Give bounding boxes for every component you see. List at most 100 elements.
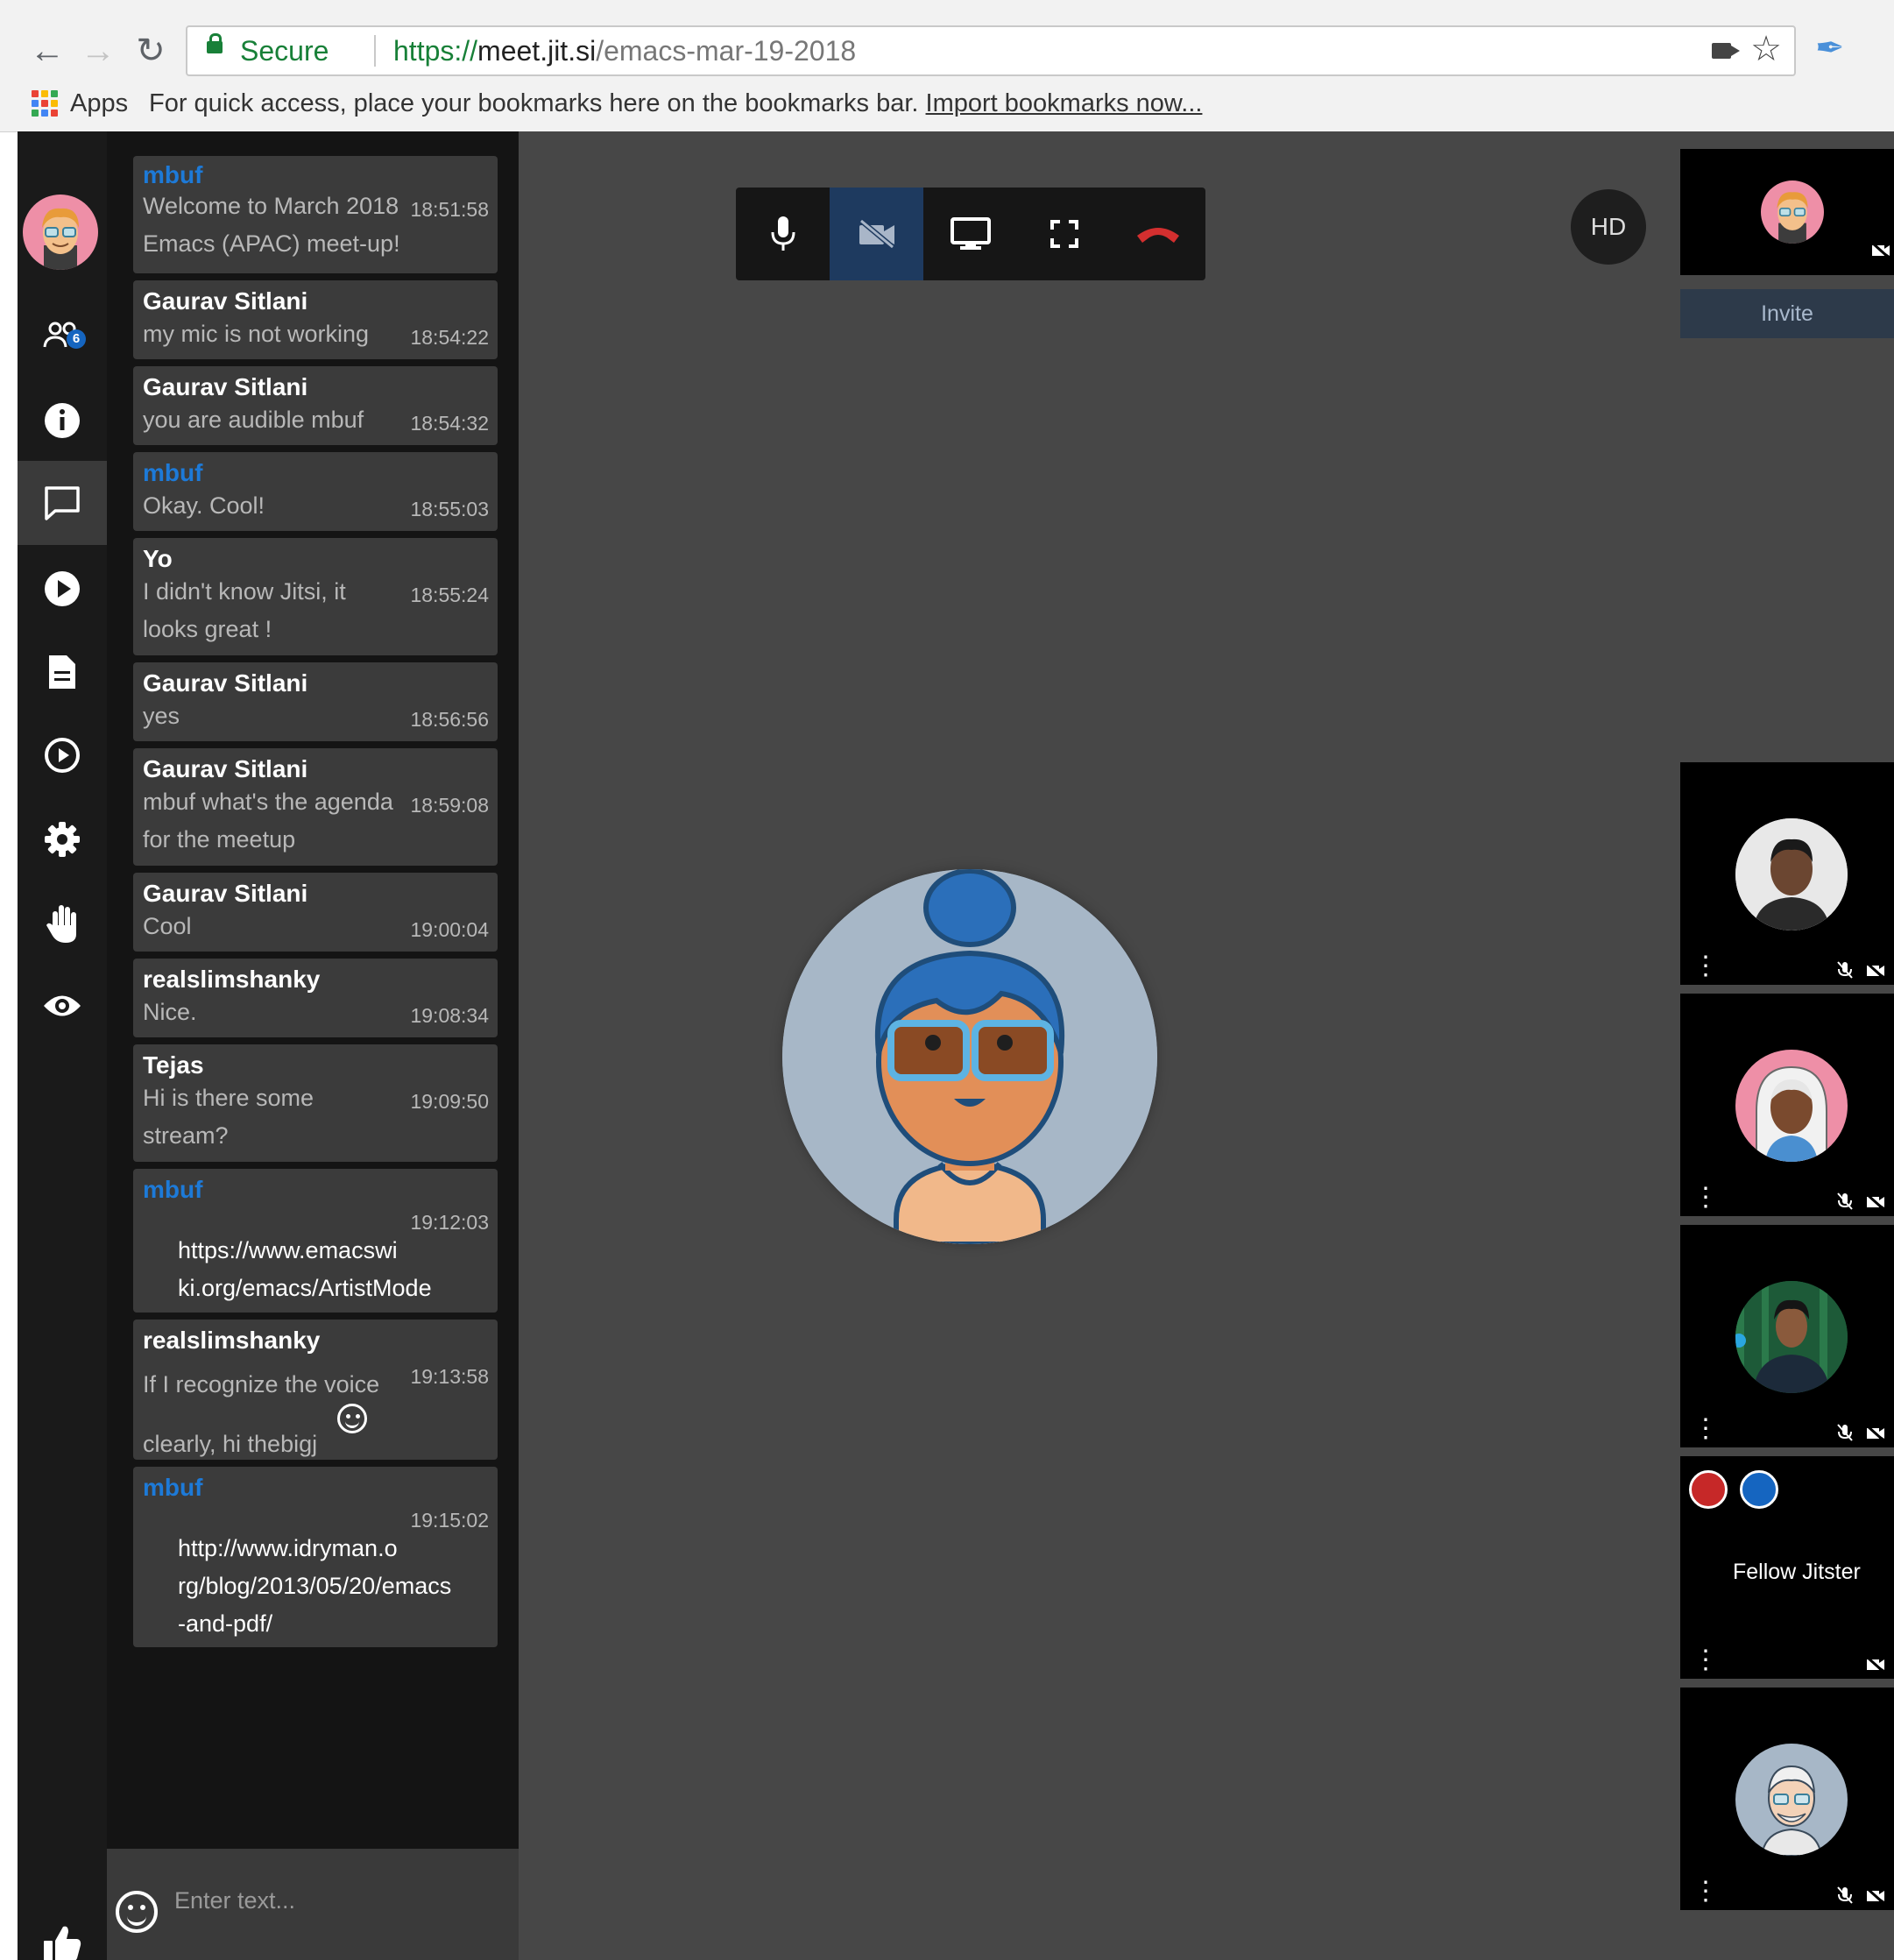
play-circle-icon [45,571,80,606]
import-bookmarks-link[interactable]: Import bookmarks now... [926,89,1203,117]
microphone-button[interactable] [736,188,830,280]
message-text: yes [143,703,180,729]
fullscreen-button[interactable] [1017,188,1111,280]
chat-message: mbuf 19:15:02 http://www.idryman.o rg/bl… [133,1467,498,1647]
mic-muted-icon [1837,1192,1853,1210]
url-host: meet.jit.si [477,35,597,67]
participant-thumbnail[interactable]: ⋮ [1680,1225,1894,1447]
browser-menu-icon[interactable]: ⋮ [1883,22,1894,57]
message-sender: Gaurav Sitlani [143,373,308,400]
screen-share-button[interactable] [923,188,1017,280]
participant-photo [1735,1281,1848,1393]
bookmarks-hint: For quick access, place your bookmarks h… [149,89,1202,118]
chat-text-input[interactable] [173,1882,500,1919]
chat-panel: mbuf Welcome to March 2018 Emacs (APAC) … [107,131,519,1960]
chat-message: Gaurav Sitlani Cool 19:00:04 [133,873,498,952]
message-time: 19:15:02 [410,1509,489,1532]
participant-menu-icon[interactable]: ⋮ [1693,1879,1719,1905]
info-icon [45,403,80,438]
settings-button[interactable] [18,797,107,881]
participant-thumbnail[interactable]: Fellow Jitster ⋮ [1680,1456,1894,1679]
message-sender: Gaurav Sitlani [143,880,308,907]
participant-display-name: Fellow Jitster [1733,1560,1861,1584]
participants-button[interactable] [18,294,107,379]
camera-off-icon [859,219,894,249]
secure-label: Secure [240,35,329,67]
participant-menu-icon[interactable]: ⋮ [1693,953,1719,980]
participant-thumbnail[interactable]: ⋮ [1680,994,1894,1216]
connection-indicator-icon[interactable] [1689,1470,1728,1509]
shared-document-button[interactable] [18,630,107,714]
camera-off-icon [1866,1425,1885,1442]
message-text: Cool [143,913,192,939]
local-video-thumbnail[interactable] [1680,149,1894,275]
camera-toggle-button[interactable] [830,188,923,280]
chat-button[interactable] [18,461,107,545]
chat-message: Tejas Hi is there some stream? 19:09:50 [133,1044,498,1162]
message-sender: Gaurav Sitlani [143,287,308,315]
camera-off-icon [1866,1656,1885,1673]
message-link[interactable]: https://www.emacswi ki.org/emacs/ArtistM… [178,1232,432,1307]
message-link[interactable]: http://www.idryman.o rg/blog/2013/05/20/… [178,1530,451,1643]
chat-message: mbuf Okay. Cool! 18:55:03 [133,452,498,531]
apps-bookmark[interactable]: Apps [70,89,128,118]
smile-emoji-icon [337,1404,367,1433]
participant-menu-icon[interactable]: ⋮ [1693,1416,1719,1442]
forward-arrow-icon[interactable]: → [77,30,119,72]
message-text: I didn't know Jitsi, it looks great ! [143,578,346,642]
feedback-button[interactable] [18,1901,107,1960]
extension-feather-icon[interactable]: ✒ [1815,28,1845,68]
chat-bubble-icon [45,486,80,520]
url-path: /emacs-mar-19-2018 [596,35,857,67]
message-time: 18:54:32 [410,412,489,435]
message-sender: mbuf [143,1474,203,1501]
participant-thumbnail[interactable]: ⋮ [1680,1688,1894,1910]
message-time: 19:09:50 [410,1090,489,1113]
chat-message: Gaurav Sitlani my mic is not working 18:… [133,280,498,359]
camera-icon[interactable] [1712,43,1740,59]
chat-message: realslimshanky Nice. 19:08:34 [133,959,498,1037]
emoji-picker-icon[interactable] [116,1891,158,1933]
back-arrow-icon[interactable]: ← [26,30,68,72]
left-toolbar: 6 [18,131,107,1960]
reload-icon[interactable]: ↻ [130,30,172,72]
profile-avatar[interactable] [23,195,98,270]
eye-icon [44,995,81,1016]
apps-grid-icon[interactable] [32,90,58,117]
address-bar[interactable]: Secure https://meet.jit.si/emacs-mar-19-… [186,25,1796,76]
message-text: Hi is there some stream? [143,1085,314,1149]
camera-off-icon [1866,962,1885,980]
message-text: Okay. Cool! [143,492,265,519]
chat-message: Gaurav Sitlani mbuf what's the agenda fo… [133,748,498,866]
lock-icon [207,33,223,53]
url-text[interactable]: https://meet.jit.si/emacs-mar-19-2018 [393,35,856,67]
shared-video-button[interactable] [18,713,107,797]
info-button[interactable] [18,379,107,463]
participant-menu-icon[interactable]: ⋮ [1693,1647,1719,1673]
message-time: 19:13:58 [410,1365,489,1388]
url-scheme: https:// [393,35,478,67]
chat-message: Gaurav Sitlani you are audible mbuf 18:5… [133,366,498,445]
hd-quality-badge[interactable]: HD [1571,189,1646,265]
message-sender: realslimshanky [143,1327,321,1354]
message-time: 18:54:22 [410,326,489,349]
bookmarks-hint-text: For quick access, place your bookmarks h… [149,89,919,117]
call-controls [736,188,1205,280]
message-text: my mic is not working [143,321,370,347]
participant-avatar [1735,1744,1848,1856]
invite-button[interactable]: Invite [1680,289,1894,338]
local-user-avatar [1761,180,1824,244]
participant-thumbnail[interactable]: ⋮ [1680,762,1894,985]
filmstrip-toggle-button[interactable] [18,964,107,1048]
hangup-button[interactable] [1111,188,1205,280]
play-outline-icon [45,738,80,773]
chat-message: realslimshanky If I recognize the voice … [133,1320,498,1460]
raise-hand-button[interactable] [18,881,107,966]
camera-off-icon [1866,1193,1885,1211]
bookmark-star-icon[interactable]: ☆ [1750,29,1782,69]
participant-menu-icon[interactable]: ⋮ [1693,1185,1719,1211]
message-text: you are audible mbuf [143,407,364,433]
message-sender: mbuf [143,161,203,188]
recording-button[interactable] [18,547,107,631]
mic-muted-icon [1837,1424,1853,1441]
